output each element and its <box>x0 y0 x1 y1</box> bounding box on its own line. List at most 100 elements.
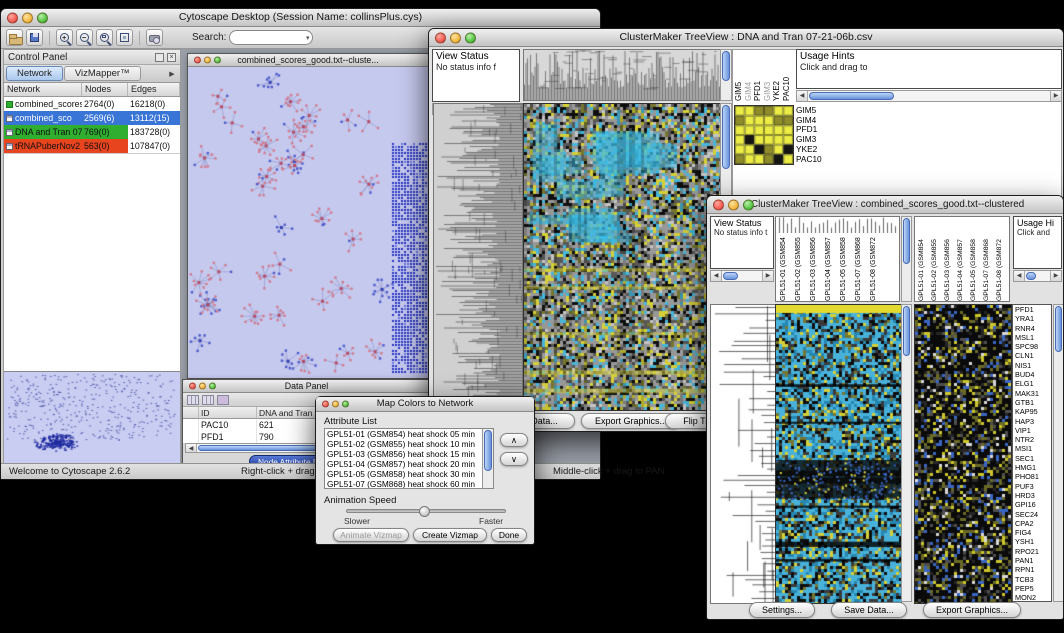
main-titlebar[interactable]: Cytoscape Desktop (Session Name: collins… <box>1 9 600 27</box>
scrollbar-thumb[interactable] <box>1026 272 1036 280</box>
attribute-item[interactable]: GPL51-05 (GSM858) heat shock 30 min <box>325 469 482 479</box>
network-canvas[interactable] <box>188 67 428 378</box>
global-vscrollbar[interactable] <box>901 304 912 602</box>
scrollbar-thumb[interactable] <box>903 218 910 264</box>
zoom-fit-icon[interactable] <box>116 29 133 46</box>
minimize-icon[interactable] <box>728 199 739 210</box>
create-vizmap-button[interactable]: Create Vizmap <box>413 528 487 542</box>
minimize-icon[interactable] <box>204 57 211 64</box>
scrollbar-thumb[interactable] <box>722 51 730 81</box>
snapshot-icon[interactable] <box>146 29 163 46</box>
gene-label[interactable]: PHO81 <box>1013 472 1051 481</box>
network-row[interactable]: tRNAPuberNov2 563(0) 107847(0) <box>4 139 180 153</box>
column-header[interactable]: Nodes <box>82 83 128 96</box>
zoom-selected-icon[interactable] <box>96 29 113 46</box>
gene-label[interactable]: MSI1 <box>1013 444 1051 453</box>
scrollbar-thumb[interactable] <box>484 430 492 471</box>
gene-label[interactable]: HAP3 <box>1013 417 1051 426</box>
node-id-cell[interactable]: PAC10 <box>199 419 257 431</box>
gene-label[interactable]: NIS1 <box>1013 361 1051 370</box>
gene-label[interactable]: PAN1 <box>1013 556 1051 565</box>
gene-label[interactable]: MAK31 <box>1013 389 1051 398</box>
treeview1-titlebar[interactable]: ClusterMaker TreeView : DNA and Tran 07-… <box>429 29 1063 47</box>
attribute-list[interactable]: GPL51-01 (GSM854) heat shock 05 minGPL51… <box>324 428 494 489</box>
float-panel-icon[interactable] <box>155 53 164 62</box>
gene-label[interactable]: FIG4 <box>1013 528 1051 537</box>
tab[interactable]: Network <box>6 66 63 81</box>
save-session-icon[interactable] <box>26 29 43 46</box>
maximize-icon[interactable] <box>214 57 221 64</box>
column-header[interactable]: Network <box>4 83 82 96</box>
maximize-icon[interactable] <box>209 383 216 390</box>
scroll-left-icon[interactable]: ◀ <box>797 91 808 101</box>
network-row[interactable]: DNA and Tran 07 769(0) 183728(0) <box>4 125 180 139</box>
maximize-icon[interactable] <box>465 32 476 43</box>
gene-label[interactable]: SEC24 <box>1013 510 1051 519</box>
gene-label[interactable]: KAP95 <box>1013 407 1051 416</box>
scrollbar-thumb[interactable] <box>722 105 730 169</box>
attribute-item[interactable]: GPL51-04 (GSM857) heat shock 20 min <box>325 459 482 469</box>
search-input[interactable]: ▾ <box>229 30 313 45</box>
gene-label[interactable]: MON2 <box>1013 593 1051 602</box>
gene-label[interactable]: GTB1 <box>1013 398 1051 407</box>
tab[interactable]: VizMapper™ <box>64 66 141 81</box>
gene-list-vscrollbar[interactable] <box>1053 304 1063 602</box>
scrollbar-thumb[interactable] <box>1055 306 1062 352</box>
gene-label[interactable]: RPO21 <box>1013 547 1051 556</box>
close-icon[interactable] <box>194 57 201 64</box>
global-heatmap[interactable] <box>775 304 902 604</box>
column-dendrogram[interactable] <box>776 217 899 233</box>
attribute-item[interactable]: GPL51-03 (GSM856) heat shock 15 min <box>325 449 482 459</box>
scroll-left-icon[interactable]: ◀ <box>186 444 197 452</box>
save-data-button[interactable]: Save Data... <box>831 602 907 618</box>
attribute-list-scrollbar[interactable] <box>482 429 493 488</box>
gene-label[interactable]: PFD1 <box>1013 305 1051 314</box>
maximize-icon[interactable] <box>37 12 48 23</box>
open-session-icon[interactable] <box>6 29 23 46</box>
id-column-header[interactable]: ID <box>199 407 257 419</box>
gene-label[interactable]: GPI16 <box>1013 500 1051 509</box>
minimize-icon[interactable] <box>199 383 206 390</box>
gene-label[interactable]: ELG1 <box>1013 379 1051 388</box>
gene-label[interactable]: MSL1 <box>1013 333 1051 342</box>
data-panel-titlebar[interactable]: Data Panel <box>183 380 430 393</box>
dialog-titlebar[interactable]: Map Colors to Network <box>316 397 534 412</box>
minimize-icon[interactable] <box>450 32 461 43</box>
scrollbar-thumb[interactable] <box>903 306 910 356</box>
close-icon[interactable] <box>435 32 446 43</box>
gene-label[interactable]: HRD3 <box>1013 491 1051 500</box>
network-overview-panel[interactable] <box>4 371 180 464</box>
slider-thumb[interactable] <box>419 506 430 517</box>
zoom-out-icon[interactable]: − <box>76 29 93 46</box>
attribute-select-icon[interactable] <box>202 395 214 405</box>
minimize-icon[interactable] <box>332 401 339 408</box>
gene-label[interactable]: PEP5 <box>1013 584 1051 593</box>
scrollbar-thumb[interactable] <box>809 92 894 100</box>
gene-label[interactable]: YSH1 <box>1013 537 1051 546</box>
expression-heatmap[interactable] <box>523 103 721 411</box>
scroll-left-icon[interactable]: ◀ <box>711 271 722 281</box>
maximize-icon[interactable] <box>743 199 754 210</box>
gene-label[interactable]: HMG1 <box>1013 463 1051 472</box>
animation-speed-slider[interactable] <box>346 509 506 513</box>
close-icon[interactable] <box>189 383 196 390</box>
export-graphics-button[interactable]: Export Graphics... <box>923 602 1021 618</box>
row-dendrogram[interactable] <box>710 304 776 604</box>
column-dendrogram[interactable] <box>523 49 721 101</box>
scrollbar-thumb[interactable] <box>723 272 738 280</box>
gene-label[interactable]: SEC1 <box>1013 454 1051 463</box>
maximize-icon[interactable] <box>342 401 349 408</box>
attribute-item[interactable]: GPL51-07 (GSM868) heat shock 60 min <box>325 479 482 489</box>
gene-label[interactable]: CPA2 <box>1013 519 1051 528</box>
move-down-button[interactable]: ∨ <box>500 452 528 466</box>
gene-label[interactable]: RPN1 <box>1013 565 1051 574</box>
gene-label[interactable]: YRA1 <box>1013 314 1051 323</box>
move-up-button[interactable]: ∧ <box>500 433 528 447</box>
scroll-right-icon[interactable]: ▶ <box>1050 271 1061 281</box>
close-icon[interactable] <box>322 401 329 408</box>
close-icon[interactable] <box>7 12 18 23</box>
gene-label[interactable]: PUF3 <box>1013 482 1051 491</box>
gene-label[interactable]: NTR2 <box>1013 435 1051 444</box>
usage-hints-scrollbar[interactable]: ◀ ▶ <box>796 90 1062 102</box>
scroll-right-icon[interactable]: ▶ <box>1050 91 1061 101</box>
